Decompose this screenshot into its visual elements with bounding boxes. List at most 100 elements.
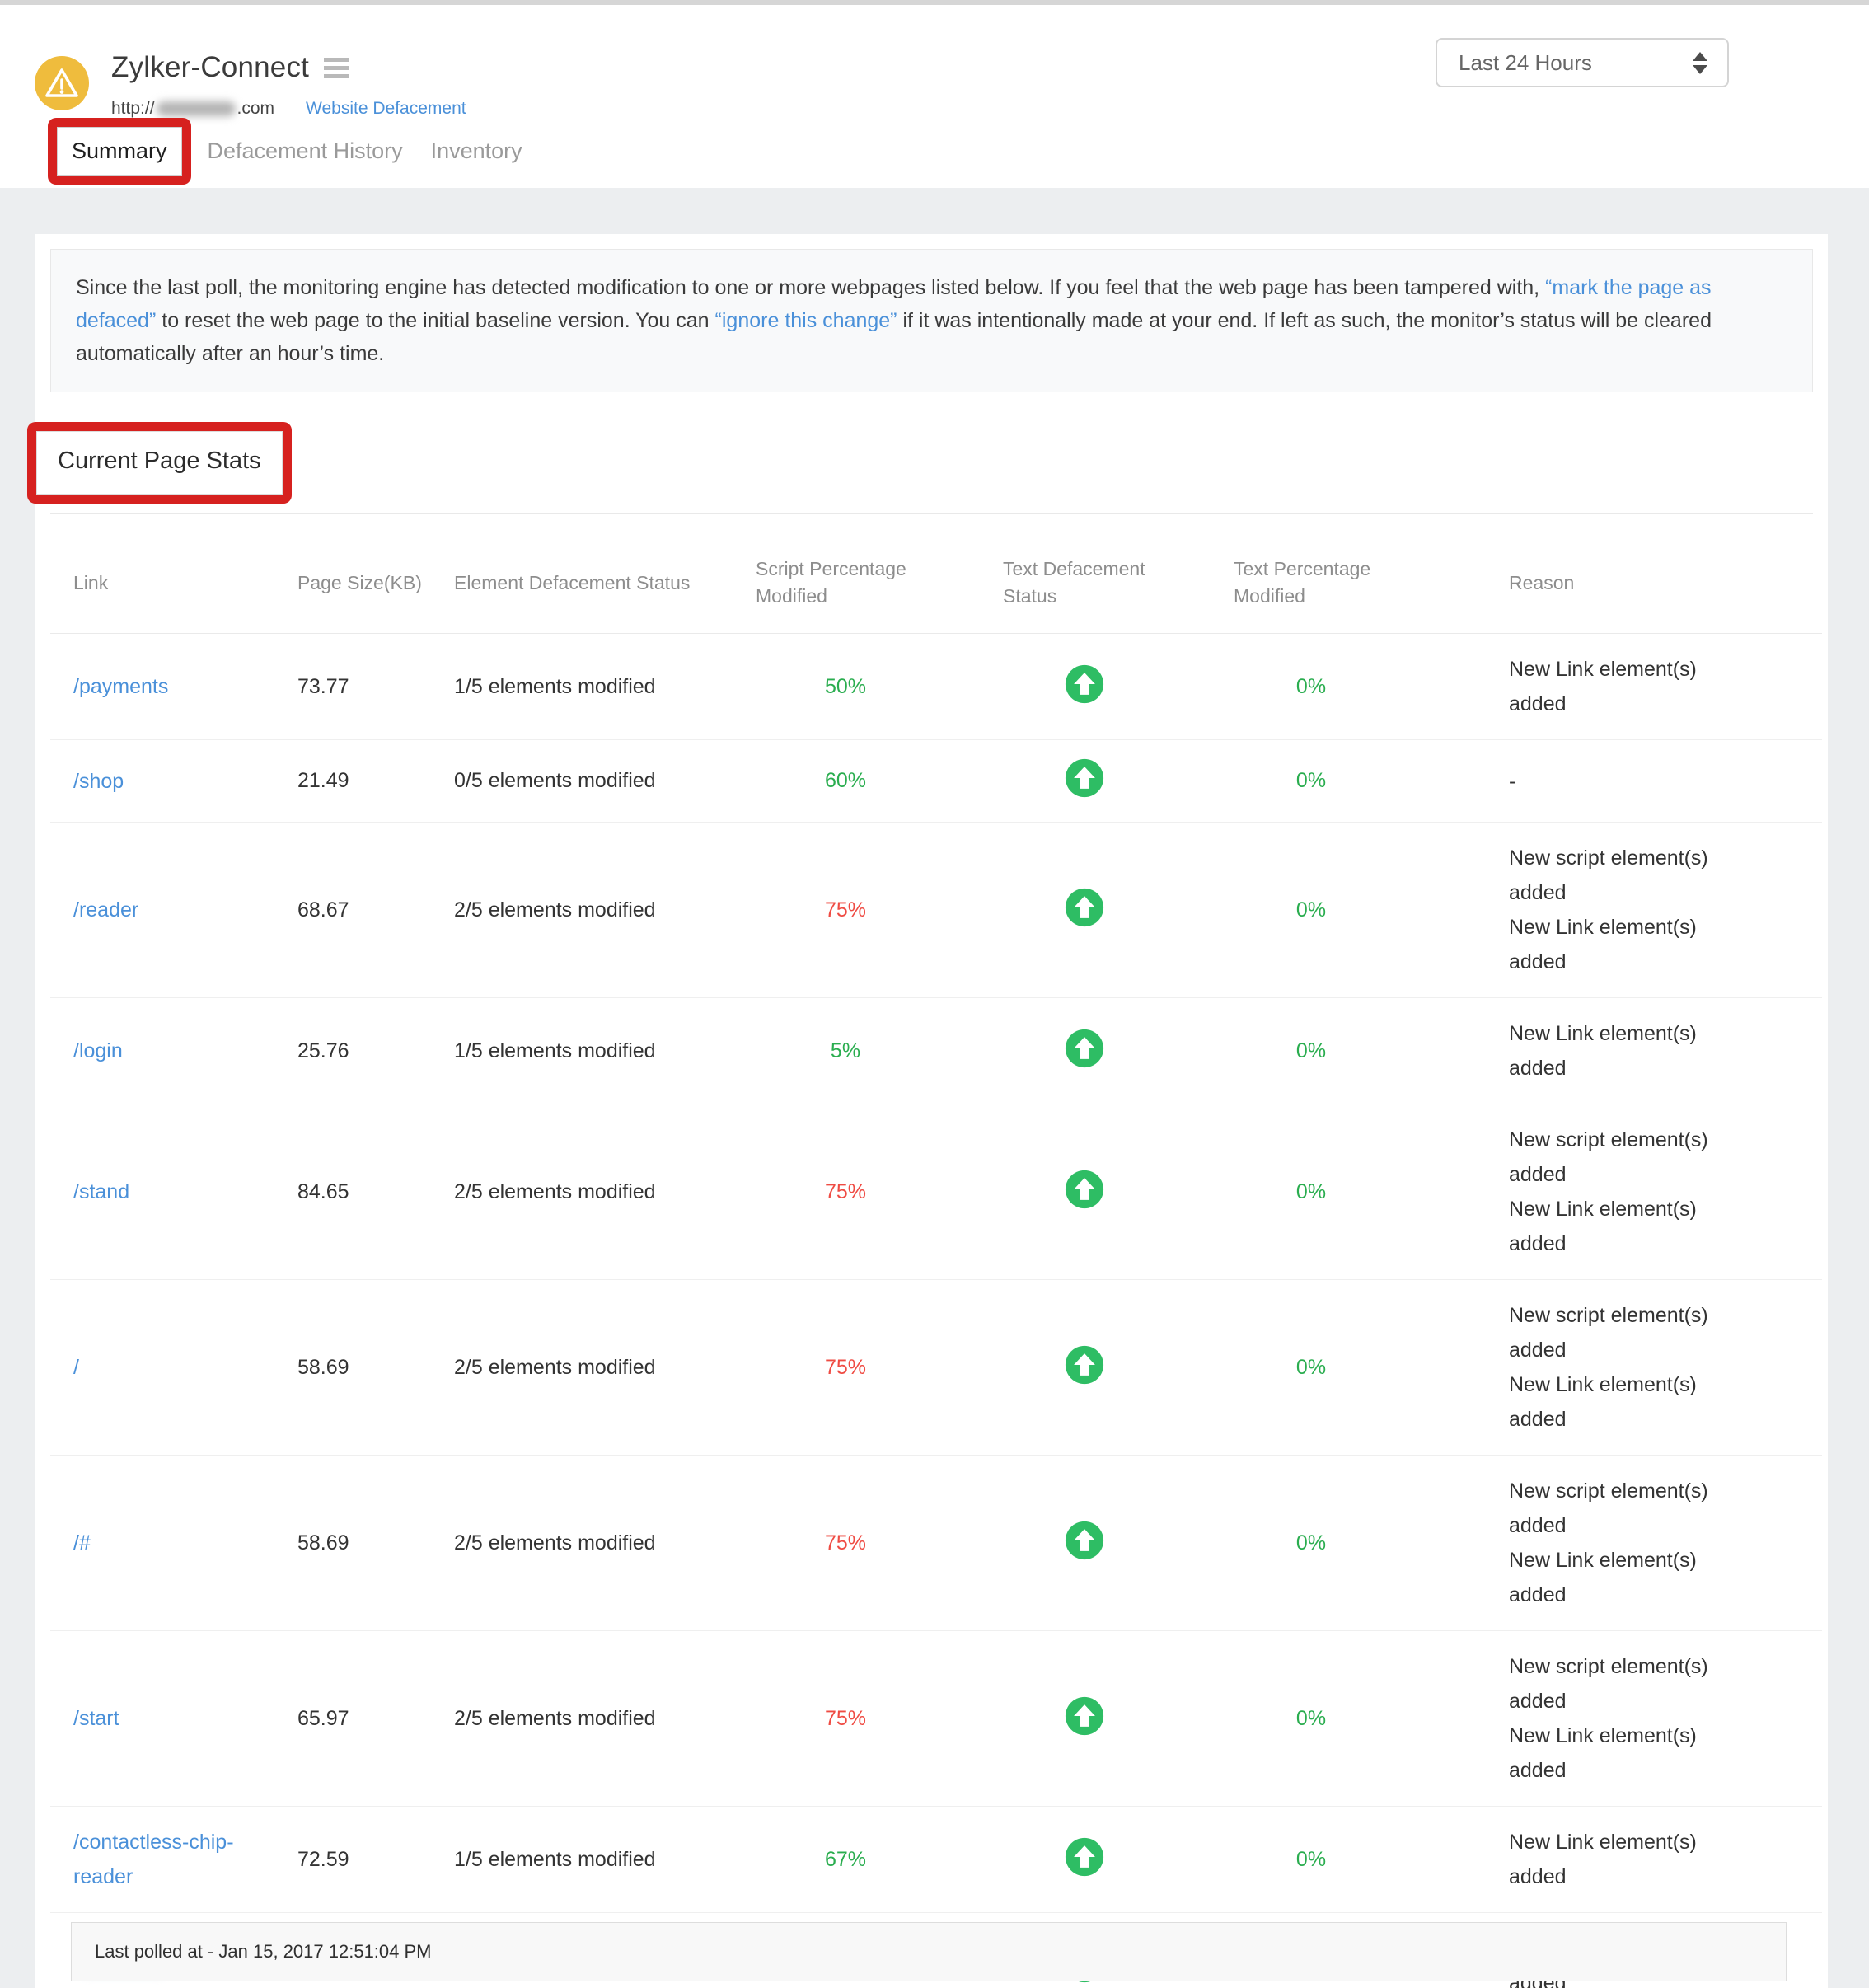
time-range-value: Last 24 Hours xyxy=(1459,50,1693,76)
page-stats-table: Link Page Size(KB) Element Defacement St… xyxy=(50,526,1822,1988)
script-percentage-value: 67% xyxy=(726,1807,973,1913)
tab-inventory[interactable]: Inventory xyxy=(431,138,522,164)
page-link[interactable]: /stand xyxy=(73,1180,129,1203)
script-percentage-value: 75% xyxy=(726,1280,973,1456)
page-size-value: 58.69 xyxy=(297,1456,454,1631)
table-row: /start 65.97 2/5 elements modified 75% 0… xyxy=(50,1631,1822,1807)
element-defacement-status: 1/5 elements modified xyxy=(454,1807,726,1913)
script-percentage-value: 50% xyxy=(726,634,973,740)
warning-status-icon xyxy=(35,56,89,110)
stats-section-header: Current Page Stats xyxy=(50,435,1813,514)
banner-text: to reset the web page to the initial bas… xyxy=(156,309,714,332)
tab-defacement-history[interactable]: Defacement History xyxy=(208,138,403,164)
reason-line: New script element(s) added xyxy=(1509,1474,1756,1543)
tab-bar: Summary Defacement History Inventory xyxy=(35,119,1869,183)
reason-cell: New script element(s) addedNew Link elem… xyxy=(1426,1280,1822,1456)
arrow-up-circle-icon xyxy=(1065,1029,1104,1068)
page-size-value: 72.59 xyxy=(297,1807,454,1913)
reason-line: New Link element(s) added xyxy=(1509,1016,1756,1085)
defacement-info-banner: Since the last poll, the monitoring engi… xyxy=(50,249,1813,392)
page-link[interactable]: /payments xyxy=(73,675,168,698)
reason-line: New script element(s) added xyxy=(1509,841,1756,910)
content-area: Since the last poll, the monitoring engi… xyxy=(0,188,1869,1988)
page-size-value: 73.77 xyxy=(297,634,454,740)
table-row: /login 25.76 1/5 elements modified 5% 0%… xyxy=(50,998,1822,1104)
page-link[interactable]: /contactless-chip-reader xyxy=(73,1831,234,1888)
ignore-change-link[interactable]: “ignore this change” xyxy=(715,309,897,332)
page-link[interactable]: / xyxy=(73,1356,79,1379)
reason-line: New Link element(s) added xyxy=(1509,1718,1756,1788)
page-size-value: 58.69 xyxy=(297,1280,454,1456)
column-header-element-defacement: Element Defacement Status xyxy=(454,526,726,634)
reason-line: New Link element(s) added xyxy=(1509,1543,1756,1612)
element-defacement-status: 2/5 elements modified xyxy=(454,1104,726,1280)
script-percentage-value: 75% xyxy=(726,1456,973,1631)
text-percentage-value: 0% xyxy=(1204,1807,1426,1913)
table-row: /# 58.69 2/5 elements modified 75% 0% Ne… xyxy=(50,1456,1822,1631)
text-percentage-value: 0% xyxy=(1204,740,1426,823)
page-size-value: 65.97 xyxy=(297,1631,454,1807)
page-link[interactable]: /reader xyxy=(73,898,138,921)
reason-cell: New Link element(s) added xyxy=(1426,634,1822,740)
reason-cell: New script element(s) addedNew Link elem… xyxy=(1426,1104,1822,1280)
reason-cell: New Link element(s) added xyxy=(1426,998,1822,1104)
page-link[interactable]: /# xyxy=(73,1531,91,1554)
reason-line: New script element(s) added xyxy=(1509,1649,1756,1718)
arrow-up-circle-icon xyxy=(1065,1696,1104,1736)
table-row: /reader 68.67 2/5 elements modified 75% … xyxy=(50,823,1822,998)
annotation-box-summary: Summary xyxy=(48,118,191,185)
script-percentage-value: 5% xyxy=(726,998,973,1104)
column-header-link: Link xyxy=(50,526,297,634)
page-link[interactable]: /login xyxy=(73,1039,123,1062)
tab-summary[interactable]: Summary xyxy=(72,138,167,163)
annotation-box-current-page-stats: Current Page Stats xyxy=(27,422,292,504)
text-percentage-value: 0% xyxy=(1204,823,1426,998)
column-header-text-defacement: Text Defacement Status xyxy=(973,526,1204,634)
reason-cell: New script element(s) addedNew Link elem… xyxy=(1426,1456,1822,1631)
table-row: /shop 21.49 0/5 elements modified 60% 0%… xyxy=(50,740,1822,823)
arrow-up-circle-icon xyxy=(1065,1345,1104,1385)
table-row: /payments 73.77 1/5 elements modified 50… xyxy=(50,634,1822,740)
table-row: /contactless-chip-reader 72.59 1/5 eleme… xyxy=(50,1807,1822,1913)
reason-line: New script element(s) added xyxy=(1509,1298,1756,1367)
page-size-value: 68.67 xyxy=(297,823,454,998)
column-header-text-percentage: Text Percentage Modified xyxy=(1204,526,1426,634)
arrow-up-circle-icon xyxy=(1065,1170,1104,1209)
arrow-up-circle-icon xyxy=(1065,888,1104,927)
column-header-script-percentage: Script Percentage Modified xyxy=(726,526,973,634)
time-range-select[interactable]: Last 24 Hours xyxy=(1436,38,1729,87)
element-defacement-status: 1/5 elements modified xyxy=(454,998,726,1104)
section-title: Current Page Stats xyxy=(58,448,261,474)
summary-card: Since the last poll, the monitoring engi… xyxy=(35,234,1828,1988)
reason-line: New Link element(s) added xyxy=(1509,1825,1756,1894)
reason-line: - xyxy=(1509,764,1756,799)
element-defacement-status: 2/5 elements modified xyxy=(454,1631,726,1807)
text-percentage-value: 0% xyxy=(1204,1280,1426,1456)
text-percentage-value: 0% xyxy=(1204,1104,1426,1280)
page-link[interactable]: /start xyxy=(73,1707,119,1730)
script-percentage-value: 60% xyxy=(726,740,973,823)
element-defacement-status: 2/5 elements modified xyxy=(454,1280,726,1456)
column-header-page-size: Page Size(KB) xyxy=(297,526,454,634)
arrow-up-circle-icon xyxy=(1065,664,1104,704)
table-row: / 58.69 2/5 elements modified 75% 0% New… xyxy=(50,1280,1822,1456)
page-link[interactable]: /shop xyxy=(73,770,124,793)
redacted-url-text xyxy=(157,101,236,116)
table-header-row: Link Page Size(KB) Element Defacement St… xyxy=(50,526,1822,634)
hamburger-menu-icon[interactable] xyxy=(324,58,349,78)
element-defacement-status: 2/5 elements modified xyxy=(454,823,726,998)
monitor-header: Zylker-Connect http:// .com Website Defa… xyxy=(0,5,1869,188)
select-spinner-icon xyxy=(1693,52,1707,74)
arrow-up-circle-icon xyxy=(1065,1837,1104,1877)
monitor-title: Zylker-Connect xyxy=(111,51,309,84)
reason-cell: New script element(s) addedNew Link elem… xyxy=(1426,1631,1822,1807)
element-defacement-status: 0/5 elements modified xyxy=(454,740,726,823)
reason-line: New Link element(s) added xyxy=(1509,910,1756,979)
element-defacement-status: 2/5 elements modified xyxy=(454,1456,726,1631)
reason-cell: - xyxy=(1426,740,1822,823)
monitor-url-suffix: .com xyxy=(237,99,275,119)
website-defacement-link[interactable]: Website Defacement xyxy=(306,99,466,119)
text-percentage-value: 0% xyxy=(1204,998,1426,1104)
page-size-value: 21.49 xyxy=(297,740,454,823)
reason-line: New Link element(s) added xyxy=(1509,1367,1756,1437)
